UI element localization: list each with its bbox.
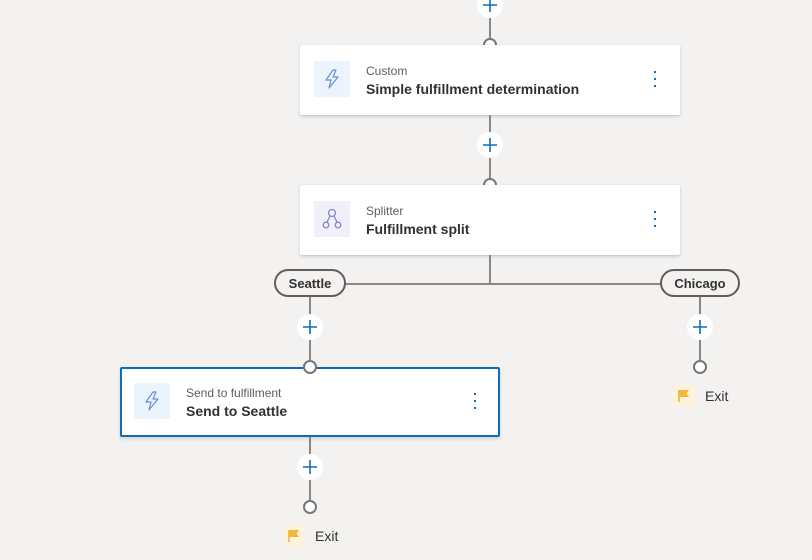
connector-node [303,360,317,374]
branch-connector-line [310,283,700,285]
step-type-label: Send to fulfillment [186,386,282,400]
plus-icon [303,460,317,474]
splitter-icon [314,201,350,237]
step-card-custom[interactable]: Custom Simple fulfillment determination [300,45,680,115]
branch-label-chicago[interactable]: Chicago [660,269,740,297]
connector-node [303,500,317,514]
step-title: Fulfillment split [366,221,470,237]
add-step-button[interactable] [297,314,323,340]
flag-icon [673,385,695,407]
add-step-button[interactable] [687,314,713,340]
step-type-label: Custom [366,64,408,78]
step-title: Simple fulfillment determination [366,81,580,97]
add-step-button[interactable] [297,454,323,480]
plus-icon [483,0,497,12]
plus-icon [303,320,317,334]
exit-node-seattle[interactable]: Exit [283,525,338,547]
more-options-button[interactable] [652,211,658,227]
more-options-button[interactable] [652,71,658,87]
exit-label: Exit [705,388,729,404]
exit-node-chicago[interactable]: Exit [673,385,728,407]
connector-node [693,360,707,374]
step-card-splitter[interactable]: Splitter Fulfillment split [300,185,680,255]
step-card-send-to-seattle[interactable]: Send to fulfillment Send to Seattle [120,367,500,437]
plus-icon [483,138,497,152]
flag-icon [283,525,305,547]
lightning-icon [314,61,350,97]
lightning-icon [134,383,170,419]
plus-icon [693,320,707,334]
branch-label-seattle[interactable]: Seattle [274,269,346,297]
connector-line [489,255,491,285]
add-step-button[interactable] [477,132,503,158]
step-title: Send to Seattle [186,403,288,419]
more-options-button[interactable] [472,393,478,409]
exit-label: Exit [315,528,339,544]
step-type-label: Splitter [366,204,404,218]
add-step-button[interactable] [477,0,503,18]
